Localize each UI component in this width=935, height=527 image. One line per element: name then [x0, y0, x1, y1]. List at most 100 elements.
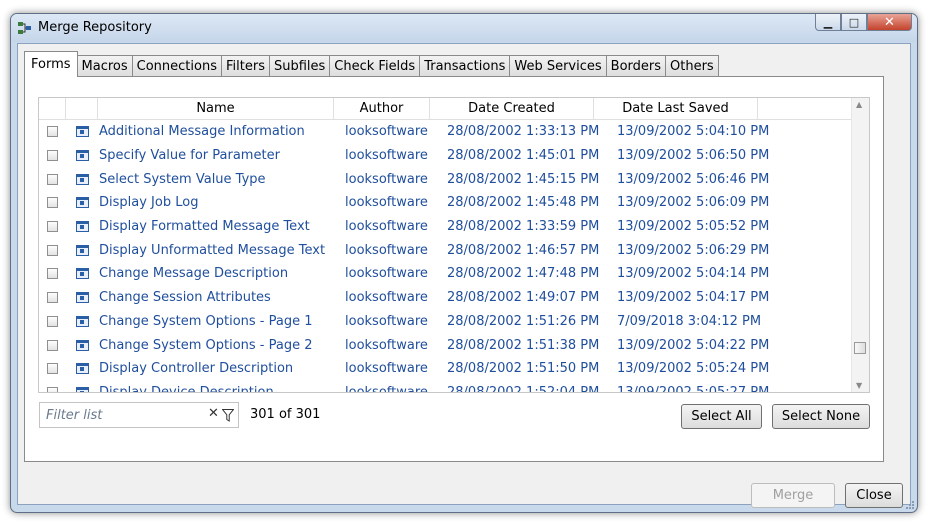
row-date-created: 28/08/2002 1:51:38 PM	[447, 337, 600, 353]
table-row[interactable]: Additional Message Information looksoftwa…	[39, 120, 851, 144]
row-author: looksoftware	[345, 313, 428, 329]
tab-check-fields[interactable]: Check Fields	[329, 55, 421, 77]
tab-filters[interactable]: Filters	[221, 55, 270, 77]
row-checkbox[interactable]	[47, 339, 58, 351]
row-checkbox[interactable]	[47, 126, 58, 138]
form-icon	[75, 150, 89, 162]
close-button[interactable]: Close	[845, 483, 903, 508]
row-checkbox[interactable]	[47, 221, 58, 233]
maximize-icon: □	[848, 15, 860, 29]
row-author: looksoftware	[345, 361, 428, 377]
row-name: Change System Options - Page 1	[99, 313, 313, 329]
row-date-created: 28/08/2002 1:46:57 PM	[447, 242, 600, 258]
minimize-icon: ▁	[823, 15, 833, 29]
tab-macros[interactable]: Macros	[76, 55, 133, 77]
row-checkbox-cell	[39, 268, 66, 280]
funnel-icon[interactable]	[222, 409, 234, 422]
table-row[interactable]: Change System Options - Page 2 looksoftwa…	[39, 333, 851, 357]
row-checkbox[interactable]	[47, 173, 58, 185]
row-checkbox-cell	[39, 197, 66, 209]
select-all-button[interactable]: Select All	[681, 404, 762, 429]
form-icon	[75, 126, 89, 138]
row-icon-cell	[66, 244, 98, 256]
scroll-thumb[interactable]	[854, 342, 866, 354]
column-header-date-created[interactable]: Date Created	[430, 98, 594, 119]
row-name: Change Session Attributes	[99, 290, 271, 306]
row-date-last-saved: 7/09/2018 3:04:12 PM	[617, 313, 762, 329]
tab-strip: Forms Macros Connections Filters Subfile…	[24, 51, 719, 77]
table-row[interactable]: Change Session Attributes looksoftware 28/…	[39, 286, 851, 310]
table-row[interactable]: Change System Options - Page 1 looksoftwa…	[39, 310, 851, 334]
tab-others[interactable]: Others	[665, 55, 719, 77]
row-name: Display Device Description	[99, 384, 274, 393]
forms-tab-panel: Name Author Date Created Date Last Saved…	[24, 76, 884, 462]
table-row[interactable]: Display Formatted Message Text looksoftwa…	[39, 215, 851, 239]
row-date-created: 28/08/2002 1:51:26 PM	[447, 313, 600, 329]
row-author: looksoftware	[345, 337, 428, 353]
table-row[interactable]: Display Unformatted Message Text looksoft…	[39, 238, 851, 262]
form-icon	[75, 197, 89, 209]
row-checkbox[interactable]	[47, 197, 58, 209]
merge-button[interactable]: Merge	[751, 483, 835, 508]
row-date-last-saved: 13/09/2002 5:05:27 PM	[617, 384, 770, 393]
row-checkbox[interactable]	[47, 150, 58, 162]
maximize-button[interactable]: □	[841, 14, 867, 31]
tab-subfiles[interactable]: Subfiles	[268, 55, 331, 77]
clear-filter-icon[interactable]: ✕	[208, 406, 219, 421]
table-row[interactable]: Display Controller Description looksoftwa…	[39, 357, 851, 381]
row-author: looksoftware	[345, 124, 428, 140]
row-checkbox[interactable]	[47, 268, 58, 280]
form-icon	[75, 315, 89, 327]
table-row[interactable]: Select System Value Type looksoftware 28/0…	[39, 167, 851, 191]
row-icon-cell	[66, 363, 98, 375]
tab-transactions[interactable]: Transactions	[419, 55, 511, 77]
select-none-button[interactable]: Select None	[772, 404, 870, 429]
column-header-date-last-saved[interactable]: Date Last Saved	[594, 98, 758, 119]
row-icon-cell	[66, 315, 98, 327]
merge-icon	[18, 22, 31, 34]
resize-grip-icon[interactable]	[905, 500, 915, 510]
tab-forms[interactable]: Forms	[24, 51, 78, 77]
column-header-name[interactable]: Name	[98, 98, 334, 119]
row-checkbox-cell	[39, 315, 66, 327]
row-date-last-saved: 13/09/2002 5:06:46 PM	[617, 171, 770, 187]
row-name: Display Job Log	[99, 195, 199, 211]
row-checkbox[interactable]	[47, 363, 58, 375]
title-bar[interactable]: Merge Repository ▁ □ ✕	[11, 14, 917, 42]
row-checkbox[interactable]	[47, 244, 58, 256]
table-row[interactable]: Change Message Description looksoftware 28…	[39, 262, 851, 286]
row-checkbox[interactable]	[47, 315, 58, 327]
tab-connections[interactable]: Connections	[131, 55, 222, 77]
row-checkbox[interactable]	[47, 292, 58, 304]
row-checkbox[interactable]	[47, 386, 58, 392]
row-icon-cell	[66, 126, 98, 138]
column-header-author[interactable]: Author	[334, 98, 430, 119]
close-window-button[interactable]: ✕	[867, 14, 912, 31]
row-date-last-saved: 13/09/2002 5:05:52 PM	[617, 219, 770, 235]
row-date-created: 28/08/2002 1:33:59 PM	[447, 219, 600, 235]
row-date-created: 28/08/2002 1:45:01 PM	[447, 148, 600, 164]
row-name: Specify Value for Parameter	[99, 148, 280, 164]
window-controls: ▁ □ ✕	[815, 14, 912, 31]
form-icon	[75, 363, 89, 375]
dialog-body: Forms Macros Connections Filters Subfile…	[17, 43, 911, 508]
row-name: Display Controller Description	[99, 361, 294, 377]
item-count: 301 of 301	[250, 407, 321, 422]
scroll-down-icon[interactable]: ▼	[856, 381, 862, 390]
row-author: looksoftware	[345, 290, 428, 306]
row-date-created: 28/08/2002 1:52:04 PM	[447, 384, 600, 393]
table-row[interactable]: Specify Value for Parameter looksoftware 2…	[39, 144, 851, 168]
form-icon	[75, 221, 89, 233]
scroll-up-icon[interactable]: ▲	[856, 100, 862, 109]
minimize-button[interactable]: ▁	[815, 14, 841, 31]
tab-web-services[interactable]: Web Services	[509, 55, 607, 77]
table-row[interactable]: Display Device Description looksoftware 28…	[39, 381, 851, 393]
row-icon-cell	[66, 197, 98, 209]
filter-input[interactable]	[46, 406, 201, 424]
row-author: looksoftware	[345, 266, 428, 282]
table-row[interactable]: Display Job Log looksoftware 28/08/2002 1:…	[39, 191, 851, 215]
vertical-scrollbar[interactable]: ▲ ▼	[851, 98, 869, 392]
merge-repository-window: Merge Repository ▁ □ ✕ Forms Macros Conn…	[10, 13, 918, 513]
row-date-last-saved: 13/09/2002 5:06:50 PM	[617, 148, 770, 164]
tab-borders[interactable]: Borders	[605, 55, 667, 77]
